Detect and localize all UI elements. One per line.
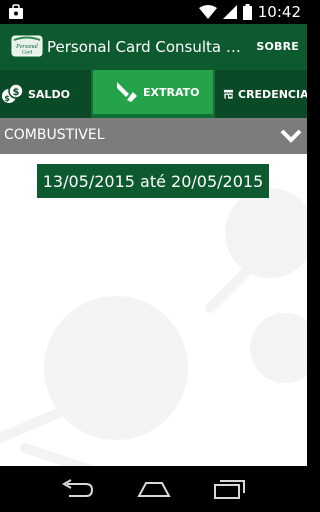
back-icon[interactable] xyxy=(59,478,95,500)
store-icon xyxy=(223,89,234,99)
category-dropdown[interactable]: COMBUSTIVEL xyxy=(0,118,307,154)
tab-extrato[interactable]: EXTRATO xyxy=(93,70,213,118)
app-title: Personal Card Consulta de Saldo xyxy=(47,38,247,56)
date-range-button[interactable]: 13/05/2015 até 20/05/2015 xyxy=(37,164,269,198)
coins-icon: $ $ xyxy=(2,83,24,103)
tab-saldo[interactable]: $ $ SALDO xyxy=(0,70,91,118)
svg-text:Card: Card xyxy=(22,51,33,56)
sobre-button[interactable]: SOBRE xyxy=(256,40,299,53)
tab-bar: $ $ SALDO EXTRATO CREDENCIADOS xyxy=(0,70,307,118)
tab-extrato-label: EXTRATO xyxy=(143,85,200,99)
tab-credenciados-label: CREDENCIADOS xyxy=(238,87,307,101)
tab-saldo-label: SALDO xyxy=(28,87,70,101)
tab-credenciados[interactable]: CREDENCIADOS xyxy=(215,70,307,118)
main-content: COMBUSTIVEL 13/05/2015 até 20/05/2015 xyxy=(0,118,307,466)
navigation-bar xyxy=(0,466,307,512)
chevron-down-icon[interactable] xyxy=(280,125,302,147)
svg-text:Personal: Personal xyxy=(15,44,38,50)
action-bar: Personal Card Personal Card Consulta de … xyxy=(0,24,307,70)
personal-card-logo[interactable]: Personal Card xyxy=(11,34,43,58)
recent-apps-icon[interactable] xyxy=(212,478,248,500)
wifi-icon xyxy=(198,5,217,19)
category-label: COMBUSTIVEL xyxy=(4,127,105,143)
notification-bag-icon xyxy=(9,4,23,19)
status-bar: 10:42 xyxy=(0,0,307,24)
battery-icon xyxy=(242,4,252,20)
home-icon[interactable] xyxy=(136,478,172,500)
extrato-arrows-icon xyxy=(117,82,137,102)
clock: 10:42 xyxy=(257,3,301,21)
svg-text:$: $ xyxy=(4,94,10,103)
signal-icon xyxy=(222,5,237,19)
svg-text:$: $ xyxy=(13,87,20,98)
